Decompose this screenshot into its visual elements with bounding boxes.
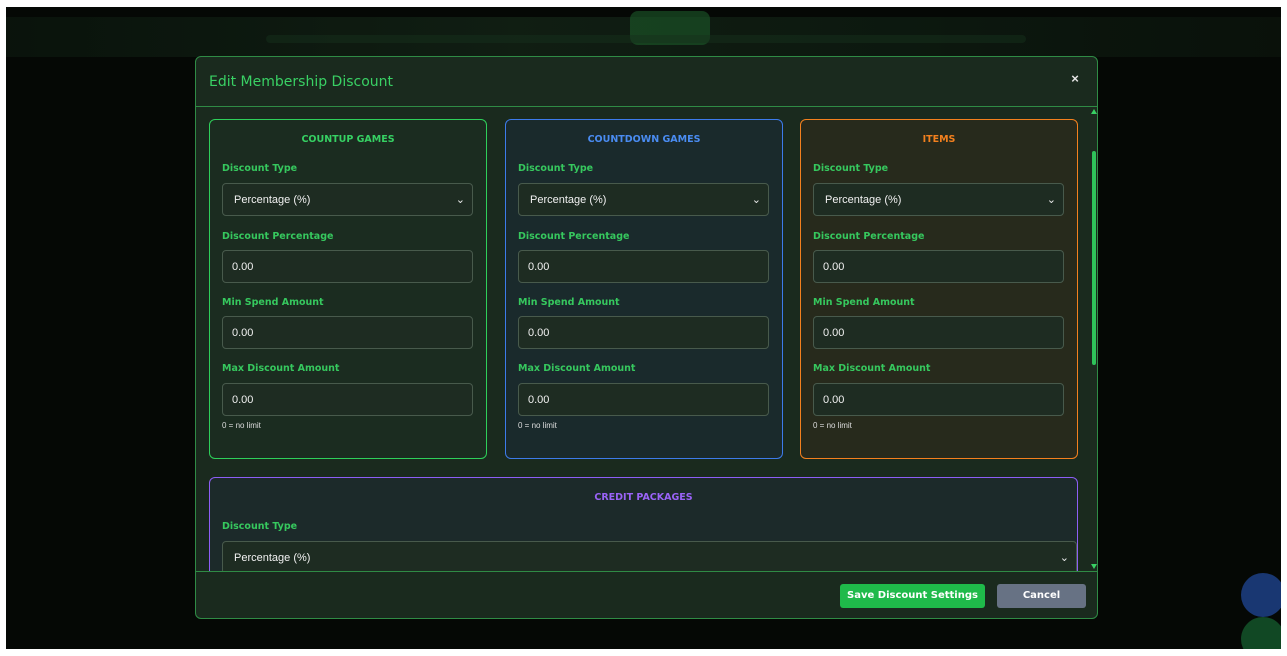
discount-type-value: Percentage (%) bbox=[825, 194, 902, 206]
section-title: COUNTDOWN GAMES bbox=[587, 134, 701, 145]
max-discount-input[interactable]: 0.00 bbox=[813, 383, 1064, 416]
save-discount-settings-button[interactable]: Save Discount Settings bbox=[840, 584, 985, 608]
background-fab-blue bbox=[1241, 573, 1281, 617]
min-spend-label: Min Spend Amount bbox=[222, 297, 324, 308]
discount-type-select[interactable]: Percentage (%) ⌄ bbox=[222, 183, 473, 216]
min-spend-input[interactable]: 0.00 bbox=[813, 316, 1064, 349]
discount-type-value: Percentage (%) bbox=[234, 194, 311, 206]
discount-type-select[interactable]: Percentage (%) ⌄ bbox=[518, 183, 769, 216]
discount-type-label: Discount Type bbox=[222, 521, 298, 532]
modal-scrollbar[interactable] bbox=[1090, 107, 1097, 571]
scrollbar-thumb[interactable] bbox=[1092, 151, 1096, 365]
countdown-games-section: COUNTDOWN GAMES Discount Type Percentage… bbox=[505, 119, 783, 459]
discount-type-label: Discount Type bbox=[813, 163, 889, 174]
min-spend-label: Min Spend Amount bbox=[813, 297, 915, 308]
chevron-down-icon: ⌄ bbox=[751, 193, 761, 206]
max-discount-label: Max Discount Amount bbox=[518, 363, 636, 374]
background-bar bbox=[266, 35, 1026, 43]
discount-percentage-input[interactable]: 0.00 bbox=[813, 250, 1064, 283]
cancel-button[interactable]: Cancel bbox=[997, 584, 1086, 608]
min-spend-input[interactable]: 0.00 bbox=[222, 316, 473, 349]
no-limit-hint: 0 = no limit bbox=[518, 421, 557, 430]
min-spend-input[interactable]: 0.00 bbox=[518, 316, 769, 349]
scroll-down-arrow-icon[interactable] bbox=[1091, 564, 1097, 569]
modal-header: Edit Membership Discount × bbox=[196, 57, 1097, 107]
discount-percentage-value: 0.00 bbox=[232, 261, 254, 273]
edit-membership-discount-modal: Edit Membership Discount × COUNTUP GAMES… bbox=[195, 56, 1098, 619]
max-discount-label: Max Discount Amount bbox=[222, 363, 340, 374]
credit-packages-section: CREDIT PACKAGES Discount Type Percentage… bbox=[209, 477, 1078, 571]
min-spend-value: 0.00 bbox=[823, 327, 845, 339]
min-spend-label: Min Spend Amount bbox=[518, 297, 620, 308]
discount-percentage-input[interactable]: 0.00 bbox=[222, 250, 473, 283]
max-discount-value: 0.00 bbox=[823, 394, 845, 406]
modal-title: Edit Membership Discount bbox=[209, 74, 394, 90]
discount-type-select[interactable]: Percentage (%) ⌄ bbox=[813, 183, 1064, 216]
modal-body: COUNTUP GAMES Discount Type Percentage (… bbox=[196, 107, 1097, 571]
discount-percentage-value: 0.00 bbox=[823, 261, 845, 273]
no-limit-hint: 0 = no limit bbox=[222, 421, 261, 430]
chevron-down-icon: ⌄ bbox=[1046, 193, 1056, 206]
discount-percentage-label: Discount Percentage bbox=[813, 231, 925, 242]
no-limit-hint: 0 = no limit bbox=[813, 421, 852, 430]
discount-type-label: Discount Type bbox=[222, 163, 298, 174]
max-discount-value: 0.00 bbox=[528, 394, 550, 406]
discount-percentage-input[interactable]: 0.00 bbox=[518, 250, 769, 283]
discount-percentage-label: Discount Percentage bbox=[222, 231, 334, 242]
modal-footer: Save Discount Settings Cancel bbox=[196, 571, 1097, 618]
discount-percentage-label: Discount Percentage bbox=[518, 231, 630, 242]
items-section: ITEMS Discount Type Percentage (%) ⌄ Dis… bbox=[800, 119, 1078, 459]
scroll-up-arrow-icon[interactable] bbox=[1091, 109, 1097, 114]
discount-type-select[interactable]: Percentage (%) ⌄ bbox=[222, 541, 1077, 571]
close-icon[interactable]: × bbox=[1067, 71, 1083, 87]
section-title: COUNTUP GAMES bbox=[301, 134, 395, 145]
discount-type-value: Percentage (%) bbox=[530, 194, 607, 206]
background-fab-green bbox=[1241, 617, 1281, 649]
discount-type-label: Discount Type bbox=[518, 163, 594, 174]
max-discount-label: Max Discount Amount bbox=[813, 363, 931, 374]
max-discount-input[interactable]: 0.00 bbox=[518, 383, 769, 416]
min-spend-value: 0.00 bbox=[232, 327, 254, 339]
countup-games-section: COUNTUP GAMES Discount Type Percentage (… bbox=[209, 119, 487, 459]
section-title: ITEMS bbox=[922, 134, 956, 145]
discount-type-value: Percentage (%) bbox=[234, 552, 311, 564]
max-discount-value: 0.00 bbox=[232, 394, 254, 406]
min-spend-value: 0.00 bbox=[528, 327, 550, 339]
chevron-down-icon: ⌄ bbox=[455, 193, 465, 206]
max-discount-input[interactable]: 0.00 bbox=[222, 383, 473, 416]
chevron-down-icon: ⌄ bbox=[1059, 551, 1069, 564]
discount-percentage-value: 0.00 bbox=[528, 261, 550, 273]
section-title: CREDIT PACKAGES bbox=[594, 492, 693, 503]
